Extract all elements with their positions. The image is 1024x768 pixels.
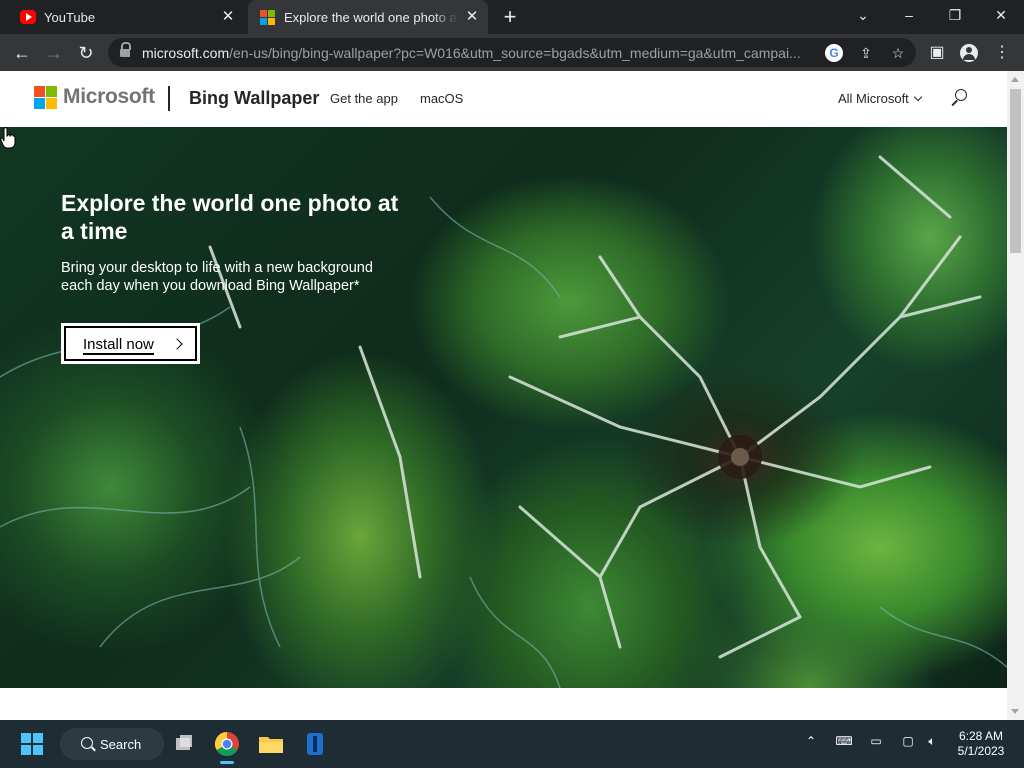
new-tab-button[interactable]: + [500, 6, 520, 28]
back-button[interactable]: ← [10, 41, 34, 65]
tab-search-chevron-icon[interactable]: ⌄ [840, 0, 886, 30]
search-icon [81, 737, 93, 749]
youtube-icon [20, 10, 36, 24]
google-lens-icon[interactable]: G [825, 44, 843, 62]
lock-icon[interactable] [120, 42, 131, 58]
install-now-label: Install now [83, 336, 154, 355]
site-header: Microsoft Bing Wallpaper Get the app mac… [0, 71, 1007, 127]
side-panel-icon[interactable]: ▣ [925, 41, 949, 65]
chevron-down-icon [913, 92, 923, 102]
file-explorer-icon[interactable] [255, 728, 287, 760]
close-icon[interactable]: ✕ [464, 9, 480, 25]
microsoft-logo[interactable]: Microsoft [34, 85, 155, 109]
scroll-up-icon[interactable] [1011, 77, 1019, 82]
search-icon[interactable] [950, 89, 968, 107]
hand-cursor-icon [0, 127, 16, 149]
profile-avatar[interactable] [960, 44, 978, 62]
microsoft-icon [260, 10, 276, 25]
keyboard-icon[interactable]: ⌨ [834, 734, 854, 754]
touchpad-icon[interactable]: ▭ [866, 734, 886, 754]
tab-bing-wallpaper[interactable]: Explore the world one photo at a time ✕ [248, 0, 488, 34]
nav-get-the-app[interactable]: Get the app [330, 91, 398, 106]
pinned-app-icon[interactable] [299, 728, 331, 760]
minimize-button[interactable]: – [886, 0, 932, 30]
tab-youtube[interactable]: YouTube ✕ [8, 0, 244, 34]
network-icon[interactable]: ▢ [898, 734, 918, 754]
address-bar[interactable]: microsoft.com/en-us/bing/bing-wallpaper?… [108, 38, 916, 67]
nav-macos[interactable]: macOS [420, 91, 463, 106]
header-divider [168, 86, 170, 111]
hero-title: Explore the world one photo at a time [61, 190, 399, 244]
task-view-icon[interactable] [168, 728, 200, 760]
restore-button[interactable]: ❐ [932, 0, 978, 30]
volume-icon[interactable]: 🔈︎ [922, 734, 942, 754]
url-text[interactable]: microsoft.com/en-us/bing/bing-wallpaper?… [142, 45, 822, 61]
taskbar-search-label: Search [100, 737, 142, 752]
taskbar-search[interactable]: Search [60, 728, 164, 760]
tab-strip: YouTube ✕ Explore the world one photo at… [0, 0, 1024, 34]
forward-button[interactable]: → [42, 41, 66, 65]
close-icon[interactable]: ✕ [220, 9, 236, 25]
browser-toolbar: ← → ↻ microsoft.com/en-us/bing/bing-wall… [0, 34, 1024, 71]
tab-title: Explore the world one photo at a time [284, 9, 458, 25]
microsoft-logo-icon [34, 85, 57, 109]
close-window-button[interactable]: ✕ [978, 0, 1024, 30]
chevron-up-icon[interactable]: ⌃ [803, 734, 819, 754]
taskbar-clock[interactable]: 6:28 AM 5/1/2023 [950, 729, 1012, 759]
brand-name: Microsoft [63, 85, 155, 108]
share-icon[interactable]: ⇪ [857, 44, 875, 62]
hero-copy: Explore the world one photo at a time Br… [61, 189, 411, 295]
install-now-button[interactable]: Install now [61, 323, 200, 364]
bookmark-star-icon[interactable]: ☆ [889, 44, 907, 62]
windows-start-icon[interactable] [21, 733, 43, 755]
clock-date: 5/1/2023 [957, 744, 1005, 758]
all-microsoft-menu[interactable]: All Microsoft [838, 91, 923, 106]
reload-button[interactable]: ↻ [74, 41, 98, 65]
menu-kebab-icon[interactable]: ⋮ [990, 41, 1014, 65]
chrome-icon[interactable] [211, 728, 243, 764]
product-title[interactable]: Bing Wallpaper [189, 88, 319, 109]
web-page: Microsoft Bing Wallpaper Get the app mac… [0, 71, 1007, 720]
windows-taskbar: Search ⌃ ⌨ ▭ ▢ 🔈︎ 6:28 AM 5/1/2023 [0, 720, 1024, 768]
scroll-down-icon[interactable] [1011, 709, 1019, 714]
page-scrollbar[interactable] [1007, 71, 1024, 720]
tab-title: YouTube [44, 9, 96, 25]
scroll-thumb[interactable] [1010, 89, 1021, 253]
chevron-right-icon [171, 338, 183, 350]
hero-banner: Explore the world one photo at a time Br… [0, 127, 1007, 688]
hero-subtitle: Bring your desktop to life with a new ba… [61, 260, 373, 294]
clock-time: 6:28 AM [958, 729, 1004, 743]
